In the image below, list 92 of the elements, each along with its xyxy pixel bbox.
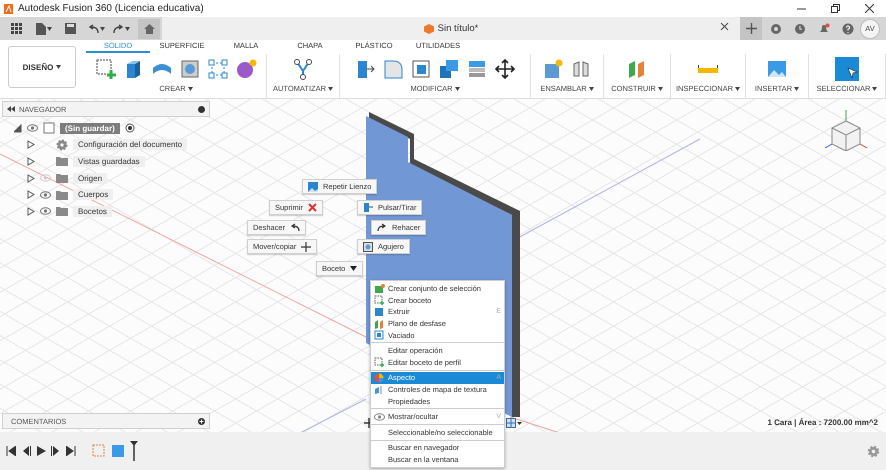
select-cursor-icon — [834, 56, 860, 82]
tree-item[interactable]: Cuerpos — [73, 189, 114, 200]
push-pull-icon — [363, 202, 373, 213]
skip-end-icon[interactable] — [66, 446, 76, 456]
caret-icon — [588, 86, 594, 90]
file-icon — [36, 22, 46, 34]
clock-icon — [794, 22, 806, 34]
workspace-dropdown[interactable]: DISEÑO — [8, 46, 76, 88]
grid-icon — [10, 23, 22, 34]
caret-icon — [125, 26, 130, 30]
stacked-plates-icon — [466, 58, 488, 80]
undo-arrow-icon — [88, 24, 99, 34]
combine-icon — [438, 58, 460, 80]
bell-icon — [818, 22, 830, 34]
sketch-plus-icon — [374, 357, 385, 368]
form-sphere-icon — [235, 58, 257, 80]
folder-icon — [56, 173, 68, 184]
extrude-feature-icon[interactable] — [111, 444, 125, 458]
folder-icon — [56, 206, 68, 216]
help-icon — [842, 22, 854, 34]
restore-icon — [830, 4, 840, 13]
tree-item[interactable]: Bocetos — [73, 206, 112, 217]
close-icon — [720, 22, 729, 31]
home-button[interactable] — [138, 18, 160, 38]
shell-box-icon — [179, 58, 201, 80]
offset-plane-icon — [374, 318, 385, 329]
color-wheel-icon — [374, 372, 385, 383]
shell-icon — [410, 58, 432, 80]
step-back-icon[interactable] — [21, 446, 31, 456]
document-tab[interactable]: Sin título* — [162, 17, 740, 40]
home-icon — [144, 24, 154, 34]
plus-icon — [746, 23, 756, 34]
pin-dot-icon[interactable] — [198, 106, 205, 112]
node-graph-icon — [292, 58, 314, 80]
undo-arrow-icon — [290, 223, 300, 232]
view-cube-icon[interactable] — [824, 109, 868, 151]
document-title: Sin título* — [438, 23, 478, 34]
x-axis-line — [510, 416, 560, 432]
caret-icon — [658, 86, 663, 90]
caret-icon — [188, 86, 193, 90]
cube-icon — [424, 24, 434, 34]
caret-icon — [47, 26, 52, 30]
play-icon[interactable] — [36, 446, 46, 456]
image-icon — [308, 182, 318, 192]
activate-radio-icon[interactable] — [124, 123, 135, 134]
caret-icon — [454, 86, 460, 90]
close-icon — [308, 203, 317, 212]
pattern-icon — [207, 58, 229, 80]
component-icon — [542, 58, 564, 80]
step-forward-icon[interactable] — [51, 446, 61, 456]
sketch-plus-icon — [95, 58, 117, 80]
sketch-plus-icon — [374, 295, 385, 306]
visibility-eye-icon[interactable] — [40, 207, 51, 216]
caret-icon — [350, 266, 358, 271]
hole-icon — [363, 242, 373, 252]
shell-icon — [374, 330, 385, 340]
document-icon — [43, 122, 55, 134]
fillet-icon — [382, 58, 404, 80]
selection-set-icon — [374, 284, 385, 294]
caret-icon — [56, 65, 62, 69]
visibility-eye-icon[interactable] — [27, 124, 38, 132]
add-comment-icon[interactable] — [198, 418, 205, 424]
collapse-arrows-icon[interactable] — [7, 106, 15, 112]
caret-icon — [100, 26, 105, 30]
tree-item[interactable]: (Sin guardar) — [60, 122, 120, 134]
tree-item[interactable]: Configuración del documento — [73, 139, 188, 150]
selection-status: 1 Cara | Área : 7200.00 mm^2 — [767, 418, 878, 427]
window-title: Autodesk Fusion 360 (Licencia educativa) — [18, 3, 205, 14]
extrude-box-icon — [374, 306, 385, 317]
skip-start-icon[interactable] — [6, 446, 16, 456]
caret-icon — [735, 86, 740, 90]
measure-ruler-icon — [698, 65, 718, 73]
visibility-eye-icon[interactable] — [40, 190, 51, 199]
tree-item[interactable]: Origen — [73, 172, 108, 184]
redo-arrow-icon — [377, 223, 387, 232]
visibility-eye-icon — [374, 412, 385, 421]
gear-icon — [56, 138, 68, 151]
timeline-marker-icon[interactable] — [130, 441, 138, 461]
new-tab-button[interactable] — [740, 17, 762, 40]
caret-icon — [872, 86, 878, 90]
caret-icon — [794, 86, 800, 90]
display-grid-icon[interactable] — [506, 418, 522, 428]
y-axis-line — [300, 398, 366, 432]
redo-arrow-icon — [113, 24, 124, 34]
tree-item[interactable]: Vistas guardadas — [73, 156, 145, 167]
close-icon — [864, 4, 874, 13]
collapse-triangle-icon[interactable] — [14, 124, 22, 133]
folder-icon — [56, 190, 68, 200]
caret-icon — [328, 86, 334, 90]
folder-icon — [56, 156, 68, 166]
image-icon — [766, 58, 788, 80]
app-logo-icon — [3, 2, 14, 14]
